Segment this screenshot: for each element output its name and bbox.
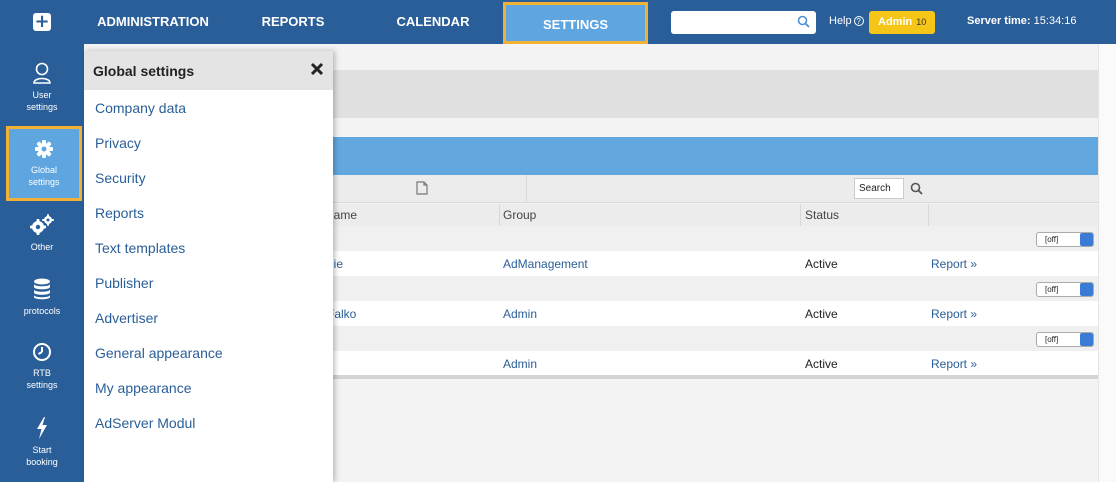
search-icon[interactable] (910, 182, 923, 195)
menu-item-company-data[interactable]: Company data (95, 100, 186, 116)
toggle-value: [off] (1045, 235, 1059, 244)
admin-count: 10 (916, 17, 927, 27)
sidebar-item-label: settings (26, 380, 58, 390)
menu-item-privacy[interactable]: Privacy (95, 135, 141, 151)
global-settings-menu: Global settings Company data Privacy Sec… (84, 51, 333, 482)
lightning-icon (37, 417, 47, 439)
chevron-down-icon (1080, 233, 1093, 246)
menu-item-my-appearance[interactable]: My appearance (95, 380, 192, 396)
database-icon (34, 278, 50, 300)
sidebar-item-other[interactable]: Other (0, 214, 84, 253)
toggle-select[interactable]: [off] (1036, 232, 1094, 247)
group-link[interactable]: Admin (503, 357, 537, 371)
plus-icon: + (33, 11, 51, 32)
status-text: Active (805, 257, 838, 271)
server-time-value: 15:34:16 (1033, 15, 1077, 27)
sidebar-item-label: Start (32, 445, 52, 455)
sidebar-item-label: settings (26, 102, 58, 112)
report-link[interactable]: Report » (931, 357, 977, 371)
sidebar-item-rtb-settings[interactable]: RTB settings (0, 342, 84, 391)
help-label: Help (829, 15, 852, 27)
global-search-input[interactable] (671, 11, 791, 34)
toggle-select[interactable]: [off] (1036, 282, 1094, 297)
nav-calendar[interactable]: CALENDAR (364, 0, 502, 44)
divider (928, 204, 929, 226)
group-link[interactable]: Admin (503, 307, 537, 321)
status-text: Active (805, 307, 838, 321)
scrollbar[interactable] (1098, 44, 1116, 482)
global-search (671, 11, 816, 34)
report-link[interactable]: Report » (931, 307, 977, 321)
gears-icon (30, 214, 54, 235)
sidebar-item-protocols[interactable]: protocols (0, 278, 84, 317)
menu-header: Global settings (84, 51, 333, 90)
menu-title: Global settings (93, 63, 195, 79)
top-navigation-bar: + ADMINISTRATION REPORTS CALENDAR SETTIN… (0, 0, 1116, 44)
admin-label: Admin (878, 16, 913, 28)
column-header-status[interactable]: Status (805, 208, 839, 222)
sidebar-item-start-booking[interactable]: Start booking (0, 417, 84, 468)
close-icon[interactable] (308, 60, 326, 78)
menu-item-text-templates[interactable]: Text templates (95, 240, 185, 256)
status-text: Active (805, 357, 838, 371)
sidebar-item-label: User (32, 90, 52, 100)
divider (499, 204, 500, 226)
menu-item-advertiser[interactable]: Advertiser (95, 310, 158, 326)
document-icon[interactable] (416, 181, 428, 195)
sidebar-item-global-settings[interactable]: Global settings (6, 126, 82, 201)
nav-administration[interactable]: ADMINISTRATION (84, 0, 222, 44)
chevron-down-icon (1080, 283, 1093, 296)
user-icon (33, 62, 51, 84)
question-icon: ? (853, 16, 864, 26)
settings-sidebar: User settings Global settings Other prot… (0, 44, 84, 482)
group-link[interactable]: AdManagement (503, 257, 588, 271)
gear-icon (35, 140, 53, 158)
menu-item-general-appearance[interactable]: General appearance (95, 345, 223, 361)
toggle-value: [off] (1045, 285, 1059, 294)
divider (526, 175, 527, 203)
menu-item-security[interactable]: Security (95, 170, 146, 186)
column-header-group[interactable]: Group (503, 208, 536, 222)
server-time-label: Server time: (967, 15, 1031, 27)
sidebar-item-label: settings (28, 177, 60, 187)
admin-badge[interactable]: Admin 10 (869, 11, 935, 34)
nav-reports[interactable]: REPORTS (222, 0, 364, 44)
report-link[interactable]: Report » (931, 257, 977, 271)
menu-item-adserver-modul[interactable]: AdServer Modul (95, 415, 195, 431)
sidebar-item-label: protocols (23, 306, 61, 316)
divider (800, 204, 801, 226)
help-link[interactable]: Help ? (829, 15, 864, 27)
menu-item-reports[interactable]: Reports (95, 205, 144, 221)
menu-item-publisher[interactable]: Publisher (95, 275, 153, 291)
search-icon[interactable] (797, 15, 810, 28)
toggle-select[interactable]: [off] (1036, 332, 1094, 347)
toggle-value: [off] (1045, 335, 1059, 344)
sidebar-item-user-settings[interactable]: User settings (0, 62, 84, 113)
nav-settings[interactable]: SETTINGS (503, 2, 648, 44)
sidebar-item-label: Other (30, 242, 54, 252)
clock-icon (33, 343, 51, 361)
sidebar-item-label: RTB (33, 368, 51, 378)
sidebar-item-label: booking (26, 457, 58, 467)
add-button[interactable]: + (0, 0, 84, 44)
sidebar-item-label: Global (30, 165, 57, 175)
table-search-input[interactable]: Search (854, 178, 904, 199)
server-time: Server time: 15:34:16 (967, 15, 1076, 27)
chevron-down-icon (1080, 333, 1093, 346)
